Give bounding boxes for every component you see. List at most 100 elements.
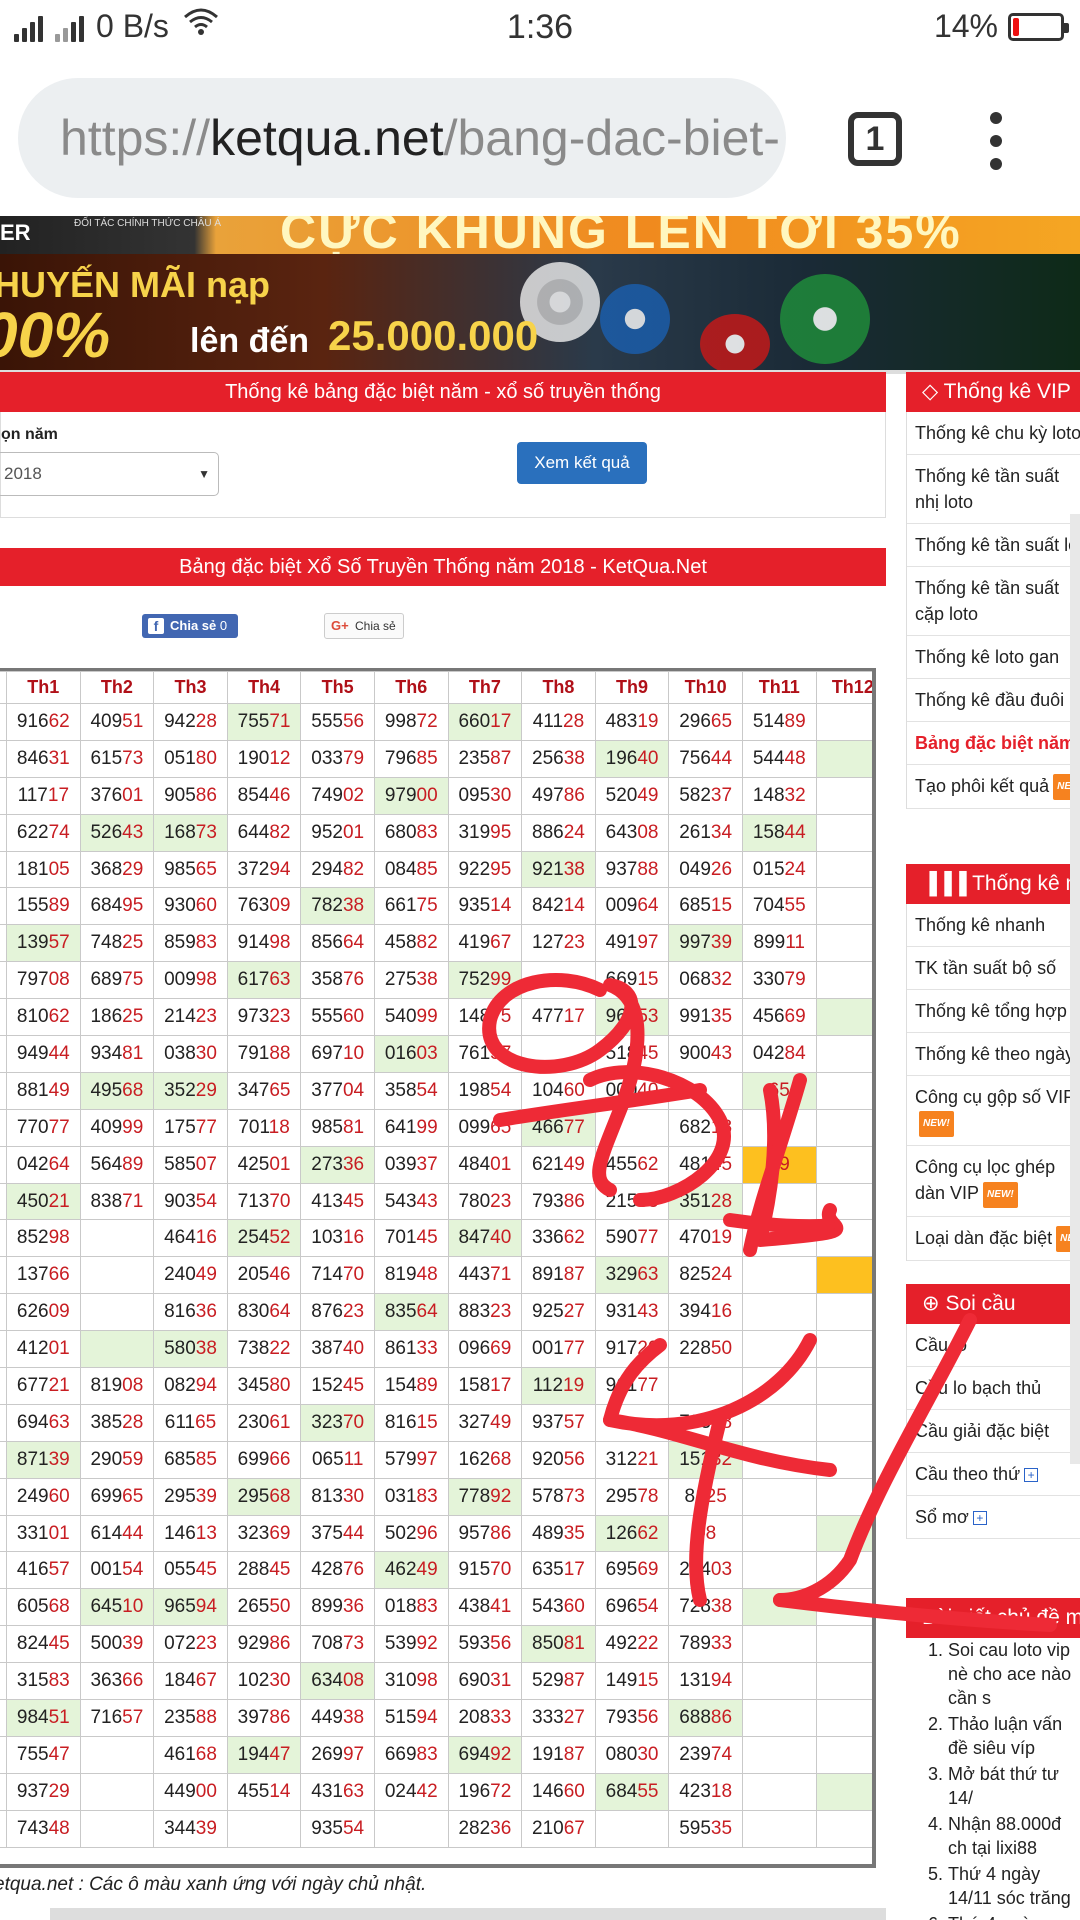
sidebar-fast-item[interactable]: Công cụ lọc ghép dàn VIP NEW! bbox=[907, 1146, 1080, 1217]
sidebar-vip-item[interactable]: Thống kê loto gan bbox=[907, 636, 1080, 679]
result-cell: 52987 bbox=[521, 1662, 596, 1701]
result-cell bbox=[815, 1256, 872, 1295]
expand-plus-icon[interactable]: + bbox=[1024, 1468, 1039, 1483]
result-cell: 24960 bbox=[6, 1477, 81, 1516]
sidebar-fast-item[interactable]: Loại dàn đặc biệtNEW! bbox=[907, 1217, 1080, 1261]
sidebar-soi-title: Soi cầu bbox=[945, 1292, 1016, 1315]
result-cell: 20833 bbox=[447, 1699, 523, 1737]
address-bar[interactable]: https://ketqua.net/bang-dac-biet- bbox=[18, 78, 786, 198]
topic-link[interactable]: Mở bát thứ tư 14/ bbox=[948, 1762, 1080, 1810]
result-cell: 09965 bbox=[447, 1108, 523, 1147]
ad-banner[interactable]: HUYẾN MÃI nạp 00% lên đến 25.000.000 bbox=[0, 254, 1080, 370]
result-cell: 16873 bbox=[153, 813, 228, 852]
result-cell bbox=[226, 1809, 302, 1848]
sidebar-soi-item[interactable]: Cầu giải đặc biệt bbox=[907, 1410, 1080, 1453]
sidebar-vip-list: Thống kê chu kỳ loto Thống kê tần suất nh… bbox=[906, 412, 1080, 810]
result-cell: 69463 bbox=[6, 1403, 81, 1442]
facebook-share-label: Chia sẻ bbox=[170, 618, 217, 633]
result-cell: 54099 bbox=[373, 998, 449, 1037]
browser-toolbar: https://ketqua.net/bang-dac-biet- 1 bbox=[0, 56, 1080, 216]
result-cell: 93554 bbox=[300, 1809, 375, 1848]
sidebar-soi-item[interactable]: Sổ mơ + bbox=[907, 1496, 1080, 1539]
expand-plus-icon[interactable]: + bbox=[972, 1511, 987, 1526]
result-cell: 42318 bbox=[668, 1772, 743, 1811]
google-plus-share-button[interactable]: G+ Chia sẻ bbox=[324, 613, 404, 639]
result-cell: 93060 bbox=[153, 887, 228, 926]
result-cell: 11717 bbox=[6, 776, 81, 815]
ad-banner-strip[interactable]: ER ĐỐI TÁC CHÍNH THỨC CHÂU Á CỰC KHỦNG L… bbox=[0, 216, 1080, 254]
sidebar-vip-item[interactable]: Thống kê chu kỳ loto bbox=[907, 412, 1080, 455]
result-cell: 35128 bbox=[668, 1182, 743, 1221]
result-cell: 09530 bbox=[447, 776, 523, 815]
month-header-th4: Th4 bbox=[226, 671, 302, 704]
google-share-label: Chia sẻ bbox=[355, 619, 396, 633]
facebook-share-count: 0 bbox=[219, 618, 228, 633]
url-domain: ketqua.net bbox=[210, 110, 444, 166]
result-cell bbox=[741, 1293, 817, 1332]
status-bar: 0 B/s 1:36 14% bbox=[0, 0, 1080, 56]
topic-link[interactable]: Thứ 4 ngày 14/11 sóc trăng bbox=[948, 1862, 1080, 1910]
result-cell: 53992 bbox=[373, 1625, 449, 1664]
result-cell bbox=[741, 1625, 817, 1664]
view-results-button[interactable]: Xem kết quả bbox=[517, 442, 647, 484]
page-scrollbar[interactable] bbox=[1070, 514, 1080, 1464]
result-cell bbox=[741, 1403, 817, 1442]
sidebar-vip-item[interactable]: Tạo phôi kết quảNEW! bbox=[907, 765, 1080, 810]
result-cell: 00040 bbox=[594, 1071, 670, 1110]
sidebar-fast-item[interactable]: TK tần suất bộ số bbox=[907, 947, 1080, 990]
result-cell: 81636 bbox=[153, 1293, 228, 1332]
sidebar-fast-list: Thống kê nhanh TK tần suất bộ số Thống kê … bbox=[906, 904, 1080, 1261]
result-cell: 91570 bbox=[447, 1551, 523, 1590]
year-select[interactable]: 2018 ▼ bbox=[0, 452, 219, 496]
sidebar-fast-item[interactable]: Thống kê nhanh bbox=[907, 904, 1080, 947]
result-cell: 68886 bbox=[668, 1699, 743, 1737]
result-cell bbox=[79, 1772, 155, 1811]
dropdown-arrow-icon: ▼ bbox=[198, 467, 210, 481]
result-cell: 22850 bbox=[668, 1330, 743, 1369]
result-cell: 49568 bbox=[79, 1071, 155, 1110]
sidebar-vip-item[interactable]: Thống kê tần suất nhị loto bbox=[907, 455, 1080, 524]
result-cell: 48145 bbox=[668, 1145, 743, 1184]
result-cell: 33327 bbox=[521, 1699, 596, 1737]
table-row: 15589 68495 93060 76309 78238 66175 93514 84214… bbox=[0, 887, 872, 926]
tab-switcher-button[interactable]: 1 bbox=[848, 112, 902, 166]
sidebar-fast-item[interactable]: Thống kê tổng hợp bbox=[907, 990, 1080, 1033]
overflow-menu-icon[interactable] bbox=[986, 112, 1006, 170]
horizontal-scrollbar[interactable] bbox=[50, 1908, 886, 1920]
sidebar-vip-item[interactable]: Thống kê tần suất loto bbox=[907, 524, 1080, 567]
result-cell: 69654 bbox=[594, 1588, 670, 1627]
result-cell: 93143 bbox=[594, 1293, 670, 1332]
result-cell: 43163 bbox=[300, 1772, 375, 1811]
year-label: ọn năm bbox=[1, 426, 58, 443]
topic-link[interactable]: Thứ 4 ngày 14/11 hòa bbox=[948, 1912, 1080, 1920]
sidebar-vip-item[interactable]: Bảng đặc biệt năm+ bbox=[907, 722, 1080, 765]
sidebar-soi-item[interactable]: Cầu lo bạch thủ bbox=[907, 1367, 1080, 1410]
sidebar-fast-item[interactable]: Thống kê theo ngày bbox=[907, 1033, 1080, 1076]
year-select-value: 2018 bbox=[4, 464, 42, 483]
url-scheme: https:// bbox=[60, 110, 211, 166]
result-cell: 77892 bbox=[447, 1477, 523, 1516]
sidebar-soi-item[interactable]: Cầu lo bbox=[907, 1324, 1080, 1367]
result-cell: 67721 bbox=[6, 1367, 81, 1405]
sidebar-fast-item[interactable]: Công cụ gộp số VIPNEW! bbox=[907, 1076, 1080, 1147]
sidebar-vip-item[interactable]: Thống kê đầu đuôi loto bbox=[907, 679, 1080, 722]
sidebar-vip-item[interactable]: Thống kê tần suất cặp loto bbox=[907, 567, 1080, 636]
topic-link[interactable]: Soi cau loto vip nè cho ace nào cần s bbox=[948, 1638, 1080, 1710]
result-cell: 69569 bbox=[594, 1551, 670, 1590]
result-cell: 10460 bbox=[521, 1071, 596, 1110]
result-cell: 86133 bbox=[373, 1330, 449, 1369]
facebook-share-button[interactable]: f Chia sẻ 0 bbox=[142, 614, 238, 638]
result-cell bbox=[815, 1182, 872, 1221]
result-cell: 04264 bbox=[6, 1145, 81, 1184]
topic-link[interactable]: Nhận 88.000đ ch tại lixi88 bbox=[948, 1812, 1080, 1860]
screen: 0 B/s 1:36 14% https://ketqua.net/bang-d… bbox=[0, 0, 1080, 1920]
result-cell: 54360 bbox=[521, 1588, 596, 1627]
result-cell bbox=[594, 1809, 670, 1848]
result-cell: 38528 bbox=[79, 1403, 155, 1442]
result-cell: 15132 bbox=[668, 1440, 743, 1479]
result-cell: 89936 bbox=[300, 1588, 375, 1627]
result-cell: 29539 bbox=[153, 1477, 228, 1516]
result-cell: 66915 bbox=[594, 961, 670, 1000]
sidebar-soi-item[interactable]: Cầu theo thứ + bbox=[907, 1453, 1080, 1496]
topic-link[interactable]: Thảo luận vấn đề siêu víp bbox=[948, 1712, 1080, 1760]
